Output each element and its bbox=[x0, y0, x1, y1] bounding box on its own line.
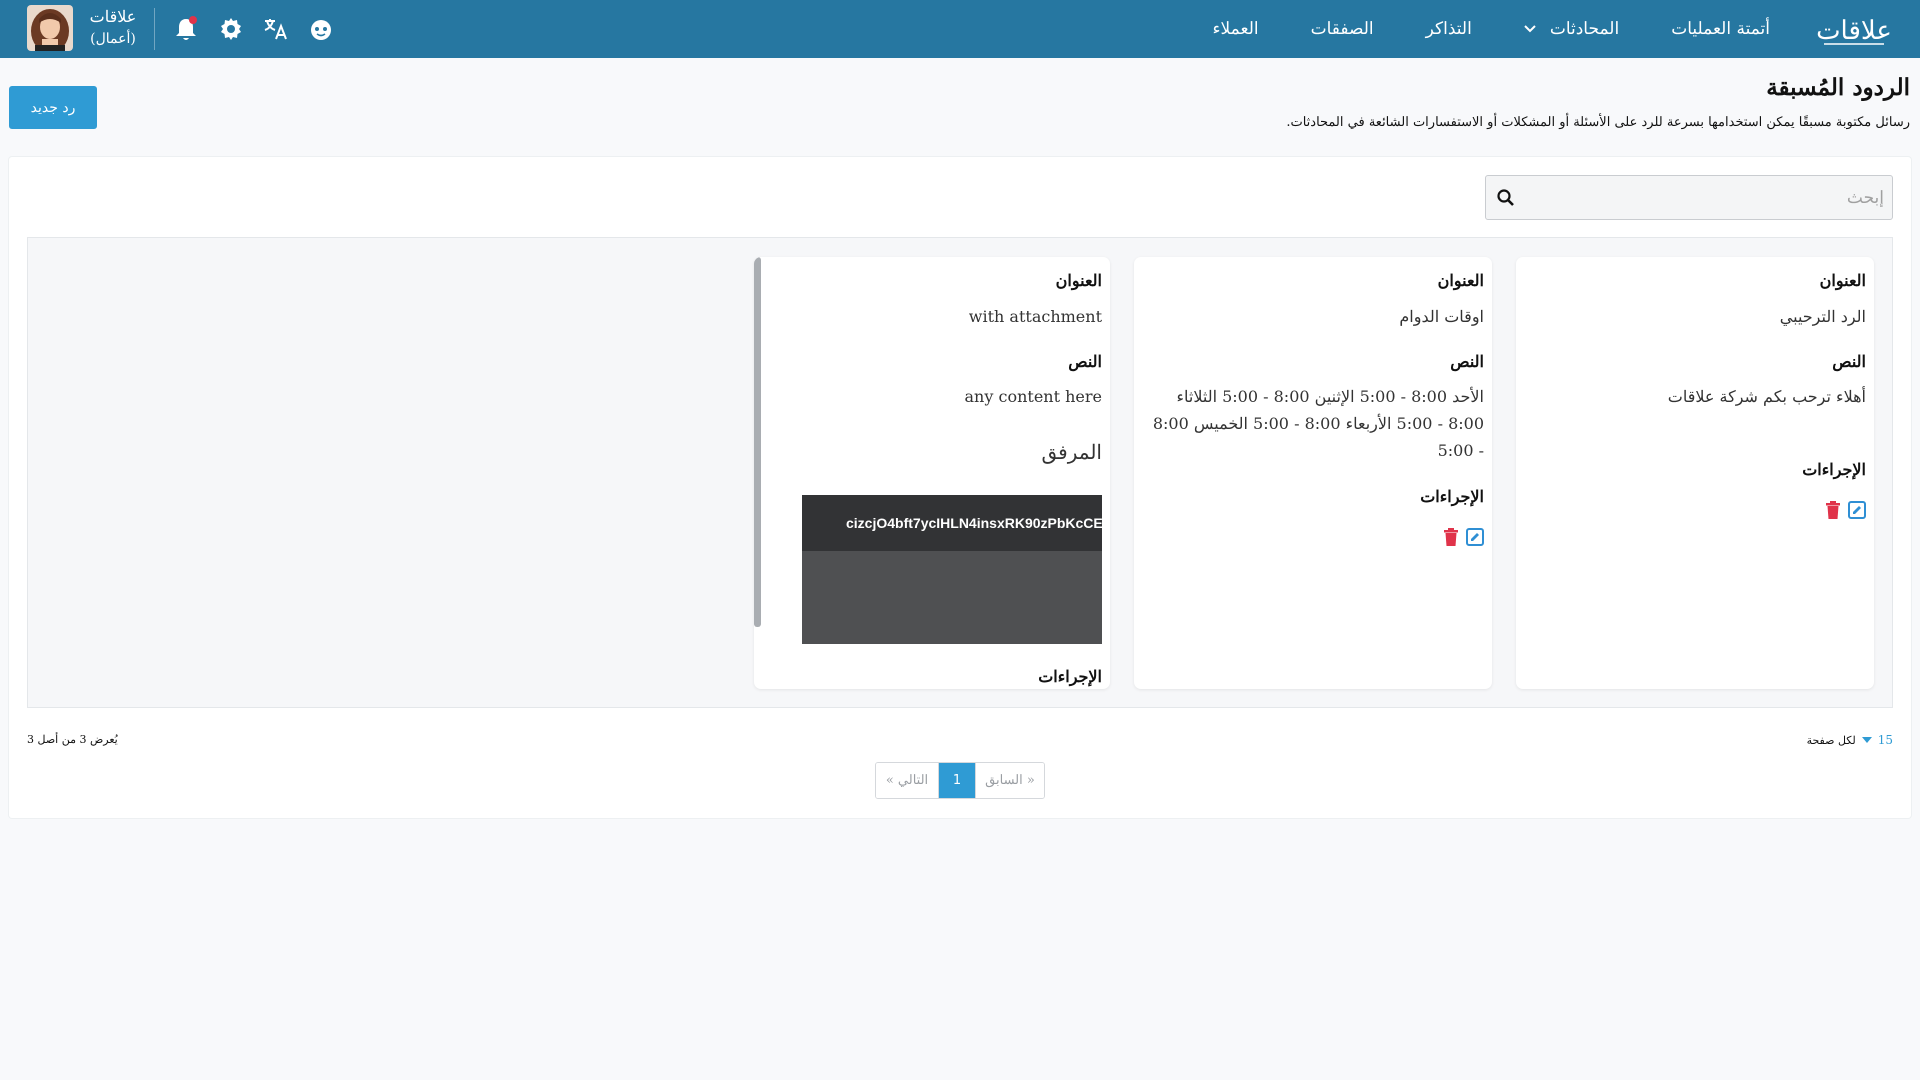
caret-down-icon[interactable] bbox=[1861, 737, 1872, 743]
results-count: يُعرض 3 من أصل 3 bbox=[27, 733, 118, 746]
actions-label: الإجراءات bbox=[1038, 667, 1102, 686]
pagination: التالي » 1 « السابق bbox=[875, 762, 1045, 799]
per-page-label: لكل صفحة bbox=[1806, 733, 1856, 747]
support-bot-icon[interactable] bbox=[308, 16, 334, 42]
page-description: رسائل مكتوبة مسبقًا يمكن استخدامها بسرعة… bbox=[1286, 115, 1910, 130]
next-page-button[interactable]: التالي » bbox=[876, 763, 939, 798]
card-title: الرد الترحيبي bbox=[1779, 307, 1866, 326]
svg-text:علاقات: علاقات bbox=[1816, 16, 1892, 46]
translate-icon[interactable] bbox=[263, 16, 289, 42]
delete-trash-icon[interactable] bbox=[1442, 528, 1460, 546]
card-actions bbox=[1824, 501, 1866, 519]
page-1-button[interactable]: 1 bbox=[939, 763, 975, 798]
nav-tickets[interactable]: التذاكر bbox=[1426, 19, 1472, 39]
previous-page-button[interactable]: « السابق bbox=[975, 763, 1044, 798]
search-icon[interactable] bbox=[1496, 188, 1516, 208]
attachment-filename: cizcjO4bft7ycIHLN4insxRK90zPbKcCE bbox=[846, 515, 1102, 531]
card-content: الأحد 8:00 - 5:00 الإثنين 8:00 - 5:00 ال… bbox=[1152, 387, 1484, 460]
user-name[interactable]: علاقات bbox=[88, 7, 138, 27]
edit-icon[interactable] bbox=[1848, 501, 1866, 519]
response-card: العنوان اوقات الدوام النص الأحد 8:00 - 5… bbox=[1134, 257, 1492, 689]
attachment-header: cizcjO4bft7ycIHLN4insxRK90zPbKcCE bbox=[802, 495, 1102, 551]
search-input[interactable] bbox=[1524, 176, 1884, 219]
title-label: العنوان bbox=[1819, 271, 1866, 290]
actions-label: الإجراءات bbox=[1420, 487, 1484, 506]
cards-grid: العنوان الرد الترحيبي النص أهلاء ترحب بك… bbox=[27, 237, 1893, 708]
canned-responses-panel: العنوان الرد الترحيبي النص أهلاء ترحب بك… bbox=[9, 157, 1911, 818]
top-navbar: علاقات العملاء الصفقات التذاكر المحادثات… bbox=[0, 0, 1920, 58]
card-title: اوقات الدوام bbox=[1399, 307, 1484, 326]
main-nav: العملاء الصفقات التذاكر المحادثات أتمتة … bbox=[1213, 0, 1770, 58]
new-reply-button[interactable]: رد جديد bbox=[9, 86, 97, 129]
nav-deals[interactable]: الصفقات bbox=[1311, 19, 1374, 39]
notifications-bell-icon[interactable] bbox=[173, 16, 199, 42]
response-card: العنوان الرد الترحيبي النص أهلاء ترحب بك… bbox=[1516, 257, 1874, 689]
card-actions bbox=[1442, 528, 1484, 546]
content-label: النص bbox=[1832, 352, 1866, 371]
nav-tickets-label: التذاكر bbox=[1425, 19, 1472, 39]
card-content: any content here bbox=[964, 387, 1102, 406]
per-page-selector[interactable]: 15 لكل صفحة bbox=[1807, 733, 1893, 747]
avatar[interactable] bbox=[27, 5, 73, 51]
attachment-preview[interactable]: cizcjO4bft7ycIHLN4insxRK90zPbKcCE bbox=[802, 495, 1102, 644]
nav-conversations-label: المحادثات bbox=[1549, 19, 1620, 39]
edit-icon[interactable] bbox=[1466, 528, 1484, 546]
attachment-label: المرفق bbox=[1041, 440, 1103, 464]
card-content: أهلاء ترحب بكم شركة علاقات bbox=[1667, 387, 1866, 406]
content-label: النص bbox=[1450, 352, 1484, 371]
content-label: النص bbox=[1068, 352, 1102, 371]
user-account-type: (أعمال) bbox=[90, 31, 136, 47]
per-page-value[interactable]: 15 bbox=[1878, 733, 1893, 747]
settings-gear-icon[interactable] bbox=[218, 16, 244, 42]
user-area: علاقات (أعمال) bbox=[0, 0, 360, 58]
search-box bbox=[1485, 175, 1893, 220]
nav-customers-label: العملاء bbox=[1212, 19, 1259, 39]
nav-customers[interactable]: العملاء bbox=[1213, 19, 1259, 39]
page-title: الردود المُسبقة bbox=[1766, 74, 1910, 101]
card-title: with attachment bbox=[968, 307, 1102, 326]
response-card: العنوان with attachment النص any content… bbox=[754, 257, 1110, 689]
brand-logo[interactable]: علاقات bbox=[1816, 8, 1892, 50]
nav-deals-label: الصفقات bbox=[1310, 19, 1374, 39]
card-scrollbar[interactable] bbox=[754, 257, 761, 627]
nav-automation[interactable]: أتمتة العمليات bbox=[1671, 19, 1770, 39]
divider bbox=[154, 8, 155, 50]
title-label: العنوان bbox=[1437, 271, 1484, 290]
delete-trash-icon[interactable] bbox=[1824, 501, 1842, 519]
chevron-down-icon bbox=[1524, 22, 1536, 36]
nav-automation-label: أتمتة العمليات bbox=[1671, 19, 1770, 39]
actions-label: الإجراءات bbox=[1802, 460, 1866, 479]
title-label: العنوان bbox=[1055, 271, 1102, 290]
nav-conversations[interactable]: المحادثات bbox=[1524, 19, 1619, 39]
